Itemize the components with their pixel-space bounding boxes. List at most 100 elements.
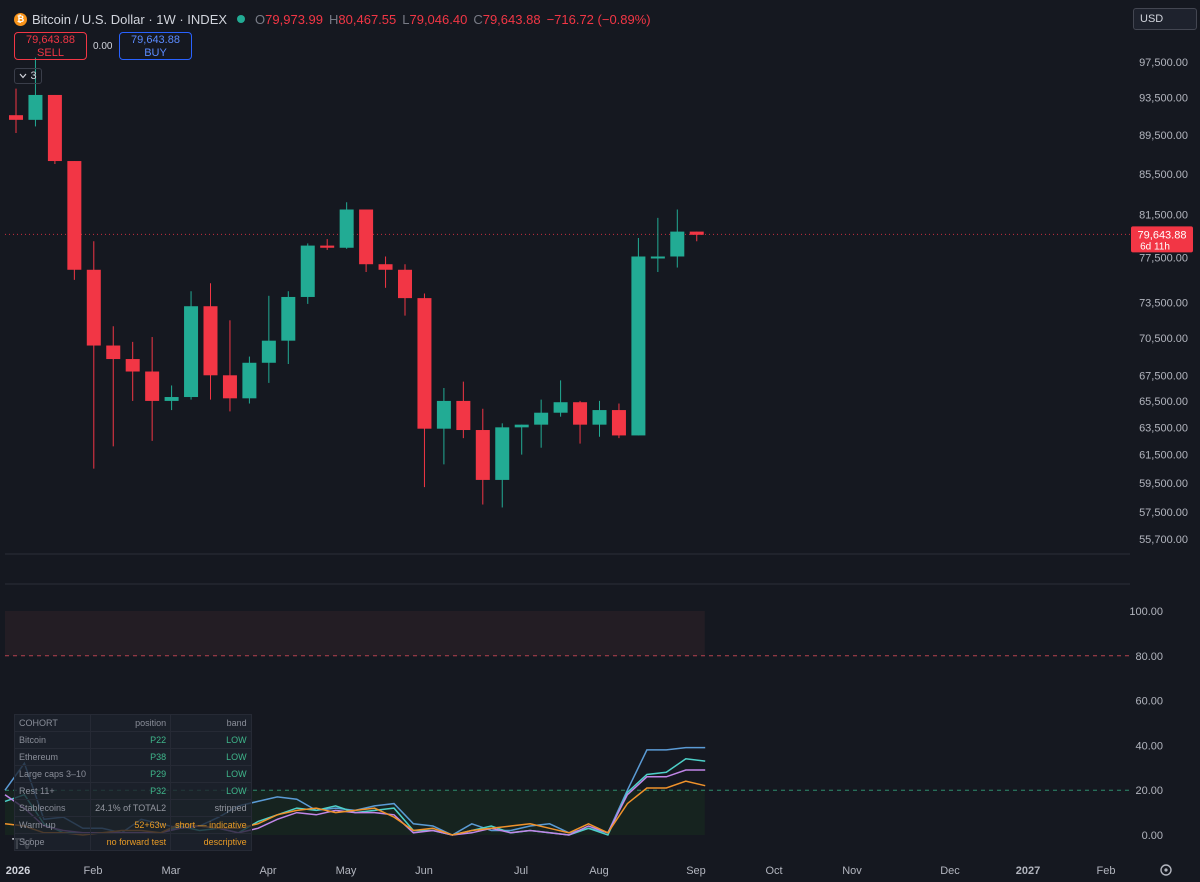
table-row: Warm-up 52+63w short — indicative: [13, 816, 252, 834]
candle-body: [67, 161, 82, 270]
cohort-position: 24.1% of TOTAL2: [90, 799, 172, 817]
candle-body: [495, 427, 510, 480]
candle-body: [475, 430, 490, 480]
candle-body: [222, 375, 237, 399]
candle-body: [320, 245, 335, 248]
candle-body: [164, 397, 179, 401]
cohort-position: no forward test: [90, 833, 172, 851]
candle-body: [650, 256, 665, 259]
indicator-count: 3: [30, 70, 37, 82]
time-axis-label: Feb: [1097, 865, 1116, 877]
price-axis-label: 81,500.00: [1139, 210, 1188, 222]
candle-body: [534, 412, 549, 425]
price-axis-label: 89,500.00: [1139, 130, 1188, 142]
overbought-band: [5, 611, 705, 656]
candle-body: [436, 400, 451, 429]
time-axis-label: 2026: [6, 865, 30, 877]
bar-countdown: 6d 11h: [1140, 241, 1170, 252]
price-axis-label: 55,700.00: [1139, 534, 1188, 546]
table-row: Ethereum P38 LOW: [13, 748, 252, 766]
high-key: H: [329, 11, 339, 27]
candle-body: [611, 410, 626, 436]
indicator-axis-label: 0.00: [1142, 830, 1163, 842]
price-axis-label: 63,500.00: [1139, 422, 1188, 434]
cohort-band: short — indicative: [170, 816, 252, 834]
candle-body: [203, 306, 218, 376]
time-axis-label: Dec: [940, 865, 960, 877]
cohort-band: descriptive: [170, 833, 252, 851]
candle-body: [417, 298, 432, 429]
symbol-title: Bitcoin / U.S. Dollar · 1W · INDEX: [32, 11, 228, 27]
cohort-position: P22: [90, 731, 172, 749]
candle-body: [184, 306, 199, 398]
indicators-collapse-button[interactable]: 3: [14, 68, 42, 84]
time-axis-label: Jul: [514, 865, 528, 877]
cohort-name: Large caps 3–10: [13, 765, 92, 783]
candle-body: [689, 231, 704, 235]
chart-window: 97,500.00 93,500.00 89,500.00 85,500.00 81,5…: [0, 0, 1200, 882]
time-axis-label: Jun: [415, 865, 433, 877]
market-status-icon: [237, 15, 246, 23]
candle-body: [592, 410, 607, 425]
time-axis-label: Feb: [84, 865, 103, 877]
time-axis-label: Apr: [259, 865, 276, 877]
chevron-down-icon: [19, 73, 27, 79]
time-axis-label: Oct: [765, 865, 782, 877]
gear-icon: [1160, 864, 1172, 876]
candle-body: [339, 209, 354, 248]
price-axis-label: 59,500.00: [1139, 478, 1188, 490]
header-band: band: [170, 714, 252, 732]
cohort-position: P32: [90, 782, 172, 800]
price-axis-label: 85,500.00: [1139, 169, 1188, 181]
cohort-name: Bitcoin: [13, 731, 92, 749]
indicator-axis-label: 100.00: [1129, 606, 1163, 618]
cohort-name: Scope: [13, 833, 92, 851]
price-axis-label: 65,500.00: [1139, 396, 1188, 408]
currency-select[interactable]: USD: [1133, 8, 1197, 30]
sell-label: SELL: [37, 47, 64, 59]
price-axis-label: 70,500.00: [1139, 333, 1188, 345]
cohort-band: LOW: [170, 731, 252, 749]
time-axis-label: May: [336, 865, 357, 877]
candle-body: [86, 269, 101, 346]
cohort-position: 52+63w: [90, 816, 172, 834]
close-key: C: [473, 11, 483, 27]
spread-value: 0.00: [93, 41, 113, 52]
candle-body: [106, 345, 121, 360]
indicator-axis-label: 20.00: [1135, 785, 1163, 797]
candle-body: [9, 115, 23, 120]
candle-body: [28, 94, 43, 120]
candle-body: [125, 359, 140, 372]
high-value: 80,467.55: [338, 11, 397, 27]
candle-body: [47, 94, 62, 162]
candle-body: [631, 256, 646, 436]
table-row: Stablecoins 24.1% of TOTAL2 stripped: [13, 799, 252, 817]
buy-button[interactable]: 79,643.88 BUY: [119, 32, 192, 60]
buy-label: BUY: [144, 47, 167, 59]
candle-body: [281, 296, 296, 341]
cohort-position: P38: [90, 748, 172, 766]
price-axis-label: 97,500.00: [1139, 57, 1188, 69]
buy-price: 79,643.88: [131, 34, 180, 46]
price-axis-label: 57,500.00: [1139, 507, 1188, 519]
change-value: −716.72 (−0.89%): [546, 11, 651, 27]
price-axis-label: 67,500.00: [1139, 370, 1188, 382]
cohort-band: LOW: [170, 748, 252, 766]
table-row: Rest 11+ P32 LOW: [13, 782, 252, 800]
symbol-header[interactable]: ₿ Bitcoin / U.S. Dollar · 1W · INDEX O79…: [14, 10, 651, 28]
candle-body: [456, 400, 471, 431]
price-axis-label: 93,500.00: [1139, 93, 1188, 105]
cohort-name: Stablecoins: [13, 799, 92, 817]
cohort-name: Ethereum: [13, 748, 92, 766]
cohort-name: Rest 11+: [13, 782, 92, 800]
indicator-axis-label: 60.00: [1135, 696, 1163, 708]
price-axis-label: 61,500.00: [1139, 450, 1188, 462]
sell-button[interactable]: 79,643.88 SELL: [14, 32, 87, 60]
indicator-axis-label: 80.00: [1135, 651, 1163, 663]
table-row: Scope no forward test descriptive: [13, 833, 252, 851]
cohort-name: Warm-up: [13, 816, 92, 834]
candle-body: [573, 402, 588, 425]
sell-price: 79,643.88: [26, 34, 75, 46]
candle-body: [242, 362, 257, 399]
close-value: 79,643.88: [482, 11, 541, 27]
